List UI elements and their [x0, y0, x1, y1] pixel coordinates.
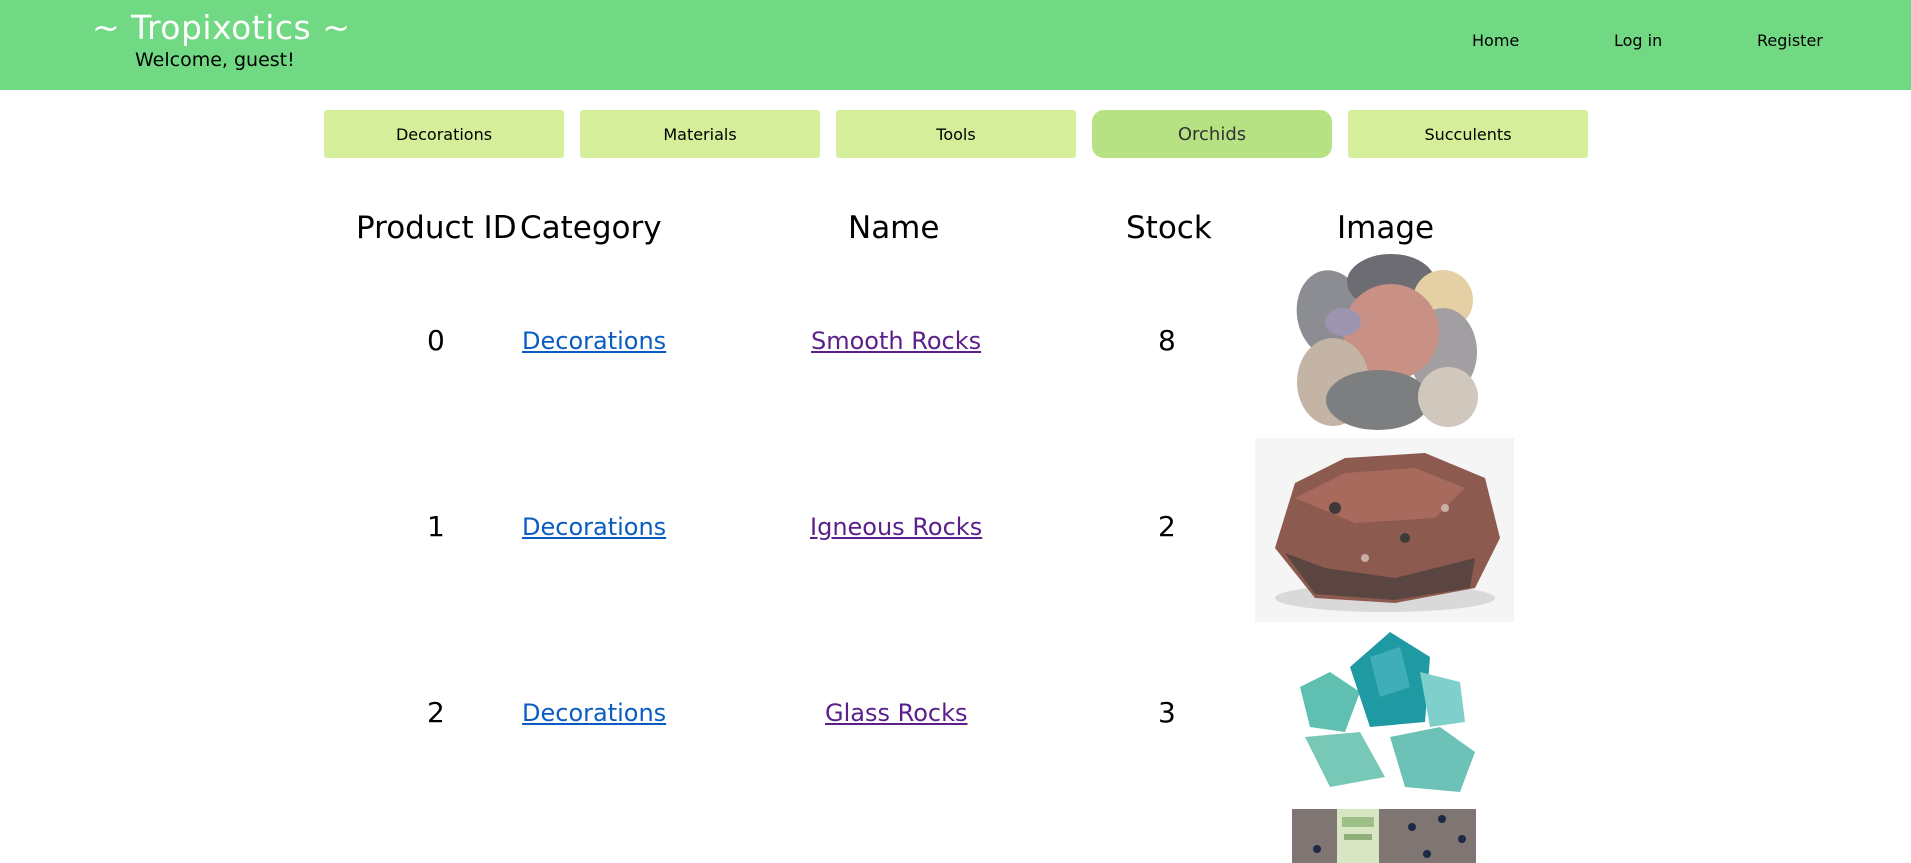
category-nav: Decorations Materials Tools Orchids Succ… — [0, 110, 1911, 158]
category-tools-button[interactable]: Tools — [836, 110, 1076, 158]
header-category: Category — [520, 210, 662, 246]
site-title[interactable]: ~ Tropixotics ~ — [92, 8, 350, 47]
category-decorations-button[interactable]: Decorations — [324, 110, 564, 158]
category-link[interactable]: Decorations — [522, 513, 666, 541]
nav-home-link[interactable]: Home — [1472, 31, 1519, 50]
igneous-rock-image — [1275, 453, 1500, 612]
stock-count: 2 — [1158, 510, 1176, 543]
product-image — [1290, 627, 1476, 795]
product-id: 0 — [427, 324, 445, 357]
product-id: 1 — [427, 510, 445, 543]
site-header: ~ Tropixotics ~ Welcome, guest! Home Log… — [0, 0, 1911, 90]
stock-count: 8 — [1158, 324, 1176, 357]
header-image: Image — [1337, 210, 1435, 246]
category-link[interactable]: Decorations — [522, 699, 666, 727]
product-image-partial — [1313, 809, 1466, 863]
header-stock: Stock — [1126, 210, 1212, 246]
stock-count: 3 — [1158, 696, 1176, 729]
product-name-link[interactable]: Igneous Rocks — [810, 513, 982, 541]
nav-register-link[interactable]: Register — [1757, 31, 1823, 50]
product-name-link[interactable]: Smooth Rocks — [811, 327, 981, 355]
product-name-link[interactable]: Glass Rocks — [825, 699, 968, 727]
category-materials-button[interactable]: Materials — [580, 110, 820, 158]
header-name: Name — [848, 210, 940, 246]
glass-rocks-image — [1300, 632, 1475, 792]
category-orchids-button[interactable]: Orchids — [1092, 110, 1332, 158]
smooth-rocks-image — [1296, 254, 1478, 430]
product-image — [1255, 438, 1514, 622]
product-id: 2 — [427, 696, 445, 729]
welcome-message: Welcome, guest! — [135, 49, 295, 71]
product-image — [1292, 809, 1476, 863]
header-product-id: Product ID — [356, 210, 517, 246]
nav-login-link[interactable]: Log in — [1614, 31, 1662, 50]
category-succulents-button[interactable]: Succulents — [1348, 110, 1588, 158]
category-link[interactable]: Decorations — [522, 327, 666, 355]
product-image — [1283, 252, 1488, 430]
